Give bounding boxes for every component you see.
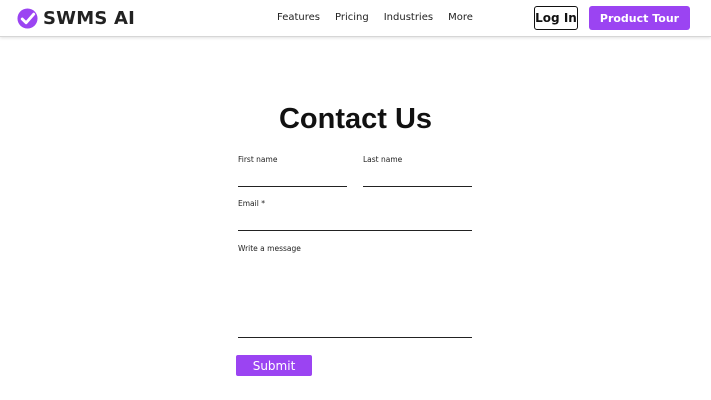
logo-link[interactable]: SWMS AI xyxy=(17,7,135,29)
login-button[interactable]: Log In xyxy=(534,6,578,30)
product-tour-button[interactable]: Product Tour xyxy=(589,6,690,30)
site-header: SWMS AI Features Pricing Industries More… xyxy=(0,0,711,37)
nav-features[interactable]: Features xyxy=(277,12,320,23)
first-name-field[interactable] xyxy=(238,170,347,187)
first-name-label: First name xyxy=(238,155,278,164)
message-field[interactable] xyxy=(238,258,472,338)
email-field[interactable] xyxy=(238,214,472,231)
email-label: Email * xyxy=(238,199,265,208)
nav-pricing[interactable]: Pricing xyxy=(335,12,369,23)
nav-more[interactable]: More xyxy=(448,12,473,23)
last-name-field[interactable] xyxy=(363,170,472,187)
nav-industries[interactable]: Industries xyxy=(384,12,433,23)
main-nav: Features Pricing Industries More xyxy=(277,12,488,23)
submit-button[interactable]: Submit xyxy=(236,355,312,376)
page-title: Contact Us xyxy=(278,103,433,135)
message-label: Write a message xyxy=(238,244,301,253)
brand-name: SWMS AI xyxy=(43,7,135,29)
last-name-label: Last name xyxy=(363,155,403,164)
check-badge-icon xyxy=(17,7,38,29)
